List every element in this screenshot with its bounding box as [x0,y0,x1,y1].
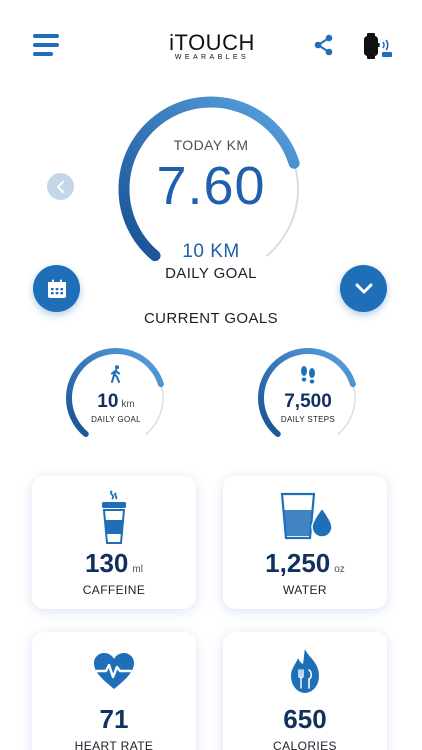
caffeine-card[interactable]: 130 ml CAFFEINE [32,476,196,609]
heart-rate-label: HEART RATE [74,739,154,750]
smartwatch-connected-icon[interactable] [361,32,397,60]
caffeine-value: 130 [85,548,129,578]
itouch-logo: iTOUCH WEARABLES [160,30,264,61]
caffeine-label: CAFFEINE [82,583,146,597]
water-label: WATER [283,583,327,597]
current-goals-title: CURRENT GOALS [143,310,279,327]
footprints-icon [298,365,318,390]
top-bar: iTOUCH WEARABLES [0,0,422,90]
water-card[interactable]: 1,250 oz WATER [223,476,387,609]
logo-sub-text: WEARABLES [174,54,250,61]
distance-goal-label: DAILY GOAL [91,415,141,424]
calories-label: CALORIES [273,739,337,750]
distance-goal-dial[interactable]: 10 km DAILY GOAL [63,345,169,451]
water-value-row: 1,250 oz [223,548,387,579]
calories-card[interactable]: 650 CALORIES [223,632,387,750]
caffeine-unit: ml [132,564,143,575]
chevron-left-icon[interactable] [47,173,74,200]
daily-goal-value: 10 KM [182,241,240,262]
calories-value: 650 [283,704,327,734]
logo-main-text: iTOUCH [169,30,255,55]
caffeine-value-row: 130 ml [32,548,196,579]
heart-rate-card[interactable]: 71 HEART RATE [32,632,196,750]
distance-goal-value-row: 10 km [63,391,169,413]
share-icon[interactable] [312,33,336,57]
today-km-value: 7.60 [156,156,266,216]
walking-person-icon [109,365,123,388]
distance-goal-unit: km [121,399,135,410]
heart-pulse-icon [92,652,136,695]
hamburger-menu-icon[interactable] [33,34,61,58]
daily-goal-label: DAILY GOAL [165,265,257,282]
heart-rate-value: 71 [99,704,129,734]
coffee-cup-icon [99,490,129,549]
today-km-label: TODAY KM [173,137,249,153]
water-unit: oz [334,564,345,575]
calendar-icon[interactable] [33,265,80,312]
chevron-down-icon[interactable] [340,265,387,312]
flame-cutlery-icon [288,648,322,699]
water-value: 1,250 [265,548,331,578]
steps-goal-label: DAILY STEPS [280,415,336,424]
distance-goal-value: 10 [97,391,119,412]
steps-goal-dial[interactable]: 7,500 DAILY STEPS [255,345,361,451]
steps-goal-value: 7,500 [284,391,332,412]
today-distance-dial: TODAY KM 7.60 10 KM DAILY GOAL [111,89,311,289]
water-glass-icon [274,490,336,545]
